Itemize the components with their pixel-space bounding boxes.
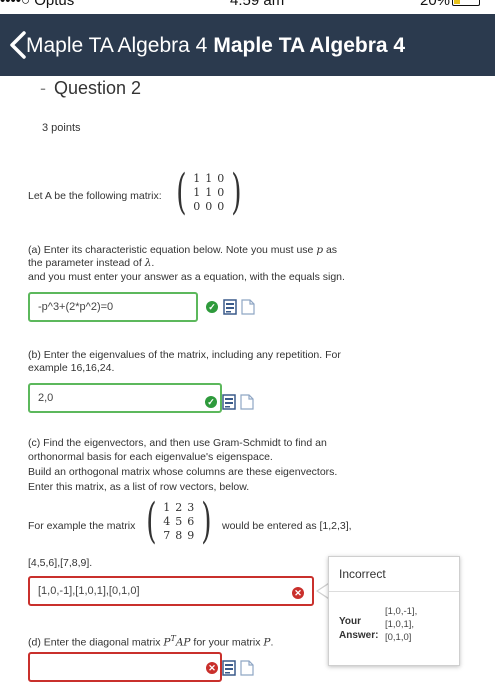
matrix-cell: 9 xyxy=(187,528,195,542)
matrix-cell: 1 xyxy=(205,185,213,199)
intro-text: Let A be the following matrix: xyxy=(28,190,162,202)
battery-percent: 20% xyxy=(420,0,451,9)
part-d-text: (d) Enter the diagonal matrix PTAP for y… xyxy=(28,634,274,649)
matrix-cell: 1 xyxy=(205,171,213,185)
your-answer-label: Your Answer: xyxy=(339,616,379,641)
nav-title: Maple TA Algebra 4 Maple TA Algebra 4 xyxy=(26,34,405,58)
correct-check-icon: ✓ xyxy=(205,396,217,408)
feedback-divider xyxy=(329,591,459,592)
carrier-label: ••••○ Optus xyxy=(0,0,75,9)
matrix-cell: 8 xyxy=(175,528,183,542)
your-answer-value: [1,0,-1], [1,0,1], [0,1,0] xyxy=(385,606,418,643)
matrix-cell: 5 xyxy=(175,514,183,528)
clock: 4:59 am xyxy=(230,0,285,9)
correct-check-icon: ✓ xyxy=(206,301,218,313)
part-a-line1: (a) Enter its characteristic equation be… xyxy=(28,244,338,256)
matrix-cell: 4 xyxy=(163,514,171,528)
answer-input-b[interactable]: 2,0 xyxy=(28,383,222,413)
part-b-line2: example 16,16,24. xyxy=(28,362,115,374)
incorrect-x-icon: ✕ xyxy=(206,662,218,674)
answer-input-d[interactable] xyxy=(28,652,222,682)
answer-input-a[interactable]: -p^3+(2*p^2)=0 xyxy=(28,292,198,322)
part-a-line2: the parameter instead of λ. xyxy=(28,257,155,269)
question-header[interactable]: - Question 2 xyxy=(40,78,141,99)
part-c-line4: Enter this matrix, as a list of row vect… xyxy=(28,481,250,493)
example-matrix: ( 123 456 789 ) xyxy=(146,493,212,549)
matrix-cell: 1 xyxy=(163,500,171,514)
matrix-cell: 0 xyxy=(217,171,225,185)
example-text-cont: [4,5,6],[7,8,9]. xyxy=(28,557,93,569)
incorrect-x-icon: ✕ xyxy=(292,587,304,599)
matrix-cell: 0 xyxy=(205,199,213,213)
matrix-cell: 7 xyxy=(163,528,171,542)
nav-bar: Maple TA Algebra 4 Maple TA Algebra 4 xyxy=(0,14,495,76)
document-icon[interactable] xyxy=(240,394,254,410)
feedback-tooltip: Incorrect Your Answer: [1,0,-1], [1,0,1]… xyxy=(328,556,460,666)
preview-icon[interactable] xyxy=(222,394,236,410)
matrix-cell: 1 xyxy=(193,185,201,199)
part-c-line2: orthonormal basis for each eigenvalue's … xyxy=(28,451,273,463)
matrix-cell: 0 xyxy=(217,199,225,213)
nav-title-light: Maple TA Algebra 4 xyxy=(26,34,208,57)
battery-icon xyxy=(452,0,480,6)
part-a-line3: and you must enter your answer as a equa… xyxy=(28,271,345,283)
matrix-cell: 1 xyxy=(193,171,201,185)
matrix-a: ( 110 110 000 ) xyxy=(176,164,242,220)
feedback-title: Incorrect xyxy=(339,567,386,581)
part-c-line3: Build an orthogonal matrix whose columns… xyxy=(28,466,338,478)
question-title: Question 2 xyxy=(54,78,142,98)
matrix-cell: 0 xyxy=(193,199,201,213)
document-icon[interactable] xyxy=(241,299,255,315)
points-label: 3 points xyxy=(42,122,81,134)
example-text-pre: For example the matrix xyxy=(28,520,136,532)
nav-title-bold: Maple TA Algebra 4 xyxy=(213,34,406,57)
status-bar: ••••○ Optus 4:59 am 20% xyxy=(0,0,495,14)
matrix-cell: 0 xyxy=(217,185,225,199)
example-text-post: would be entered as [1,2,3], xyxy=(222,520,352,532)
matrix-cell: 3 xyxy=(187,500,195,514)
answer-input-c[interactable]: [1,0,-1],[1,0,1],[0,1,0] xyxy=(28,576,314,606)
matrix-cell: 2 xyxy=(175,500,183,514)
part-c-line1: (c) Find the eigenvectors, and then use … xyxy=(28,437,327,449)
matrix-cell: 6 xyxy=(187,514,195,528)
document-icon[interactable] xyxy=(240,660,254,676)
preview-icon[interactable] xyxy=(222,660,236,676)
part-b-line1: (b) Enter the eigenvalues of the matrix,… xyxy=(28,349,341,361)
collapse-dash: - xyxy=(40,78,46,98)
preview-icon[interactable] xyxy=(223,299,237,315)
